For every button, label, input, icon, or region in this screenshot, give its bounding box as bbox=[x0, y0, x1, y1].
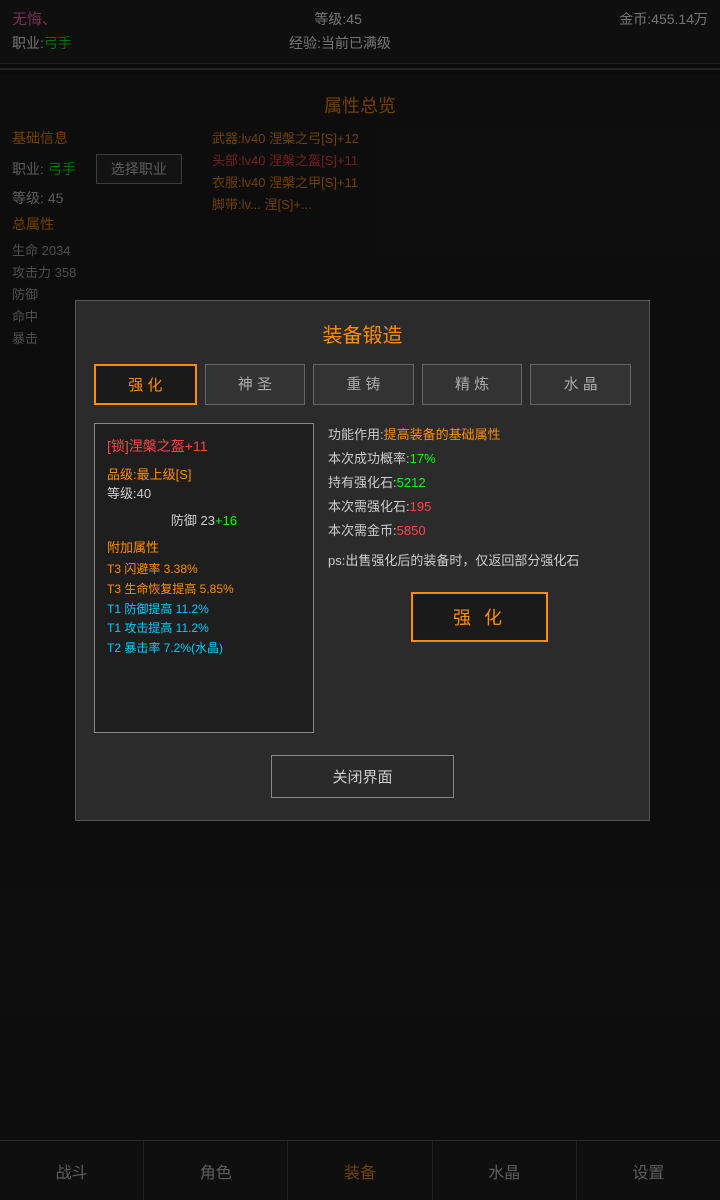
sub-attr-4: T1 攻击提高 11.2% bbox=[107, 619, 301, 639]
tab-holy[interactable]: 神 圣 bbox=[205, 364, 306, 405]
forge-title: 装备锻造 bbox=[94, 319, 631, 348]
forge-info-panel: 功能作用:提高装备的基础属性 本次成功概率:17% 持有强化石:5212 本次需… bbox=[328, 423, 631, 733]
item-defense: 防御 23+16 bbox=[107, 510, 301, 529]
close-button[interactable]: 关闭界面 bbox=[271, 755, 453, 798]
need-gold-row: 本次需金币:5850 bbox=[328, 519, 631, 543]
tab-crystal[interactable]: 水 晶 bbox=[530, 364, 631, 405]
sub-attr-2: T3 生命恢复提高 5.85% bbox=[107, 580, 301, 600]
forge-body: [锁]涅槃之盔+11 品级:最上级[S] 等级:40 防御 23+16 附加属性… bbox=[94, 423, 631, 733]
tab-recast[interactable]: 重 铸 bbox=[313, 364, 414, 405]
item-level-val: 40 bbox=[137, 486, 151, 501]
forge-dialog: 装备锻造 强 化 神 圣 重 铸 精 炼 水 晶 [锁]涅槃之盔+11 品级:最… bbox=[75, 300, 650, 821]
forge-note: ps:出售强化后的装备时，仅返回部分强化石 bbox=[328, 551, 631, 572]
tab-refine[interactable]: 精 炼 bbox=[422, 364, 523, 405]
tab-strengthen[interactable]: 强 化 bbox=[94, 364, 197, 405]
item-level-row: 等级:40 bbox=[107, 483, 301, 502]
item-level-label: 等级: bbox=[107, 486, 137, 501]
sub-attrs-label: 附加属性 bbox=[107, 537, 301, 556]
sub-attr-1: T3 闪避率 3.38% bbox=[107, 560, 301, 580]
sub-attr-5: T2 暴击率 7.2%(水晶) bbox=[107, 639, 301, 659]
item-grade-row: 品级:最上级[S] bbox=[107, 464, 301, 483]
item-grade-val: 最上级[S] bbox=[137, 467, 192, 482]
strengthen-button[interactable]: 强 化 bbox=[411, 592, 548, 642]
success-row: 本次成功概率:17% bbox=[328, 447, 631, 471]
owned-stones-row: 持有强化石:5212 bbox=[328, 471, 631, 495]
sub-attr-3: T1 防御提高 11.2% bbox=[107, 600, 301, 620]
item-grade-label: 品级: bbox=[107, 467, 137, 482]
forge-tabs: 强 化 神 圣 重 铸 精 炼 水 晶 bbox=[94, 364, 631, 405]
item-name: [锁]涅槃之盔+11 bbox=[107, 436, 301, 456]
item-card: [锁]涅槃之盔+11 品级:最上级[S] 等级:40 防御 23+16 附加属性… bbox=[94, 423, 314, 733]
need-stones-row: 本次需强化石:195 bbox=[328, 495, 631, 519]
func-row: 功能作用:提高装备的基础属性 bbox=[328, 423, 631, 447]
